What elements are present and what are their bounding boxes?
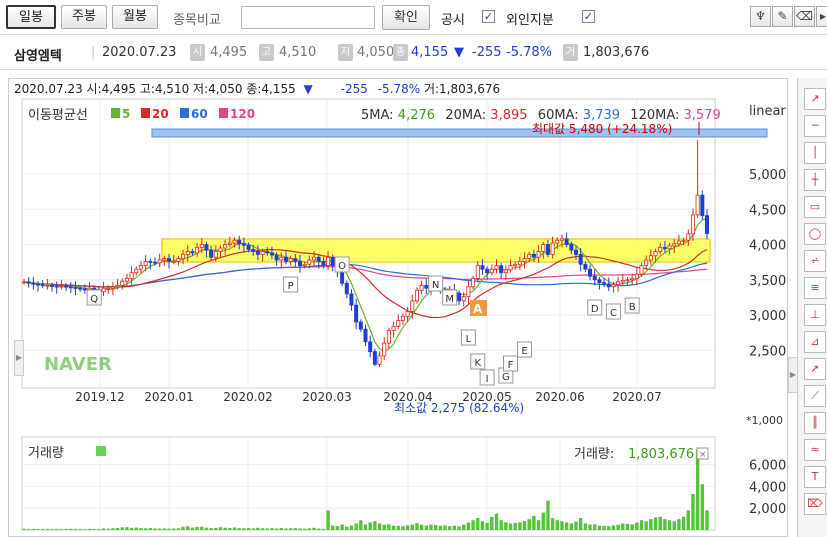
wave-tool-icon[interactable]: ≈ [804, 439, 826, 461]
scroll-left-arrow-icon[interactable]: ▶ [14, 340, 24, 376]
period-monthly-button[interactable]: 월봉 [112, 5, 158, 29]
foreign-ratio-checkbox[interactable]: ✓ [582, 10, 595, 23]
fibo-tool-icon[interactable]: ⩫ [804, 250, 826, 272]
rect-tool-icon[interactable]: ▭ [804, 196, 826, 218]
change-pct: -5.78% [506, 45, 552, 60]
disclosure-checkbox[interactable]: ✓ [482, 10, 495, 23]
open-value: 4,495 [210, 45, 248, 60]
open-badge: 시 [190, 44, 205, 61]
bar-tool-icon[interactable]: ║ [804, 412, 826, 434]
vline-tool-icon[interactable]: │ [804, 142, 826, 164]
period-weekly-button[interactable]: 주봉 [61, 5, 107, 29]
period-daily-button[interactable]: 일봉 [6, 5, 56, 29]
stock-info-bar: 삼영엠텍 | 2020.07.23 시 4,495 고 4,510 저 4,05… [0, 34, 827, 70]
volume-badge: 거 [563, 44, 578, 61]
grid-tool-icon[interactable]: ≡ [804, 277, 826, 299]
disclosure-label: 공시 [441, 13, 465, 28]
compare-input[interactable] [241, 6, 375, 29]
close-value: 4,155 [411, 45, 449, 60]
trend-tool-icon[interactable]: ⟋ [804, 385, 826, 407]
scroll-icon[interactable]: ▸ [816, 6, 827, 27]
close-badge: 종 [393, 44, 408, 61]
chart-down-arrow-icon: ▼ [303, 82, 313, 96]
eraser-icon[interactable]: ⌫ [794, 6, 815, 27]
chart-change-pct: -5.78% [377, 82, 421, 96]
text-tool-icon[interactable]: T [804, 466, 826, 488]
delete-tool-icon[interactable]: ⌦ [804, 493, 826, 515]
low-badge: 저 [338, 44, 353, 61]
confirm-button[interactable]: 확인 [382, 5, 430, 30]
foreign-ratio-label: 외인지분 [506, 13, 554, 28]
compare-label: 종목비교 [173, 13, 221, 28]
change-value: -255 [472, 45, 502, 60]
arrow-tool-icon[interactable]: ➚ [804, 358, 826, 380]
pen-icon[interactable]: ✎ [772, 6, 793, 27]
hline-tool-icon[interactable]: ─ [804, 115, 826, 137]
divider: | [91, 45, 96, 60]
low-value: 4,050 [357, 45, 395, 60]
angle-tool-icon[interactable]: ⊿ [804, 331, 826, 353]
pin-icon[interactable]: ♆ [750, 6, 771, 27]
drawing-tools-panel: ↗ ─ │ ┼ ▭ ◯ ⩫ ≡ ⊥ ⊿ ➚ ⟋ ║ ≈ T ⌦ [797, 78, 827, 537]
chart-frame [8, 78, 788, 537]
chart-volume-text: 거:1,803,676 [423, 82, 501, 96]
line-tool-icon[interactable]: ↗ [804, 88, 826, 110]
stock-name: 삼영엠텍 [14, 49, 62, 64]
circle-tool-icon[interactable]: ◯ [804, 223, 826, 245]
top-toolbar: 일봉 주봉 월봉 종목비교 확인 공시 ✓ 외인지분 ✓ ♆ ✎ ⌫ ▸ [0, 0, 827, 34]
high-badge: 고 [259, 44, 274, 61]
volume-value: 1,803,676 [583, 45, 650, 60]
chart-date-ohlc: 2020.07.23 시:4,495 고:4,510 저:4,050 종:4,1… [14, 82, 296, 96]
cross-tool-icon[interactable]: ┼ [804, 169, 826, 191]
chart-change: -255 [340, 82, 368, 96]
chart-ohlc-line: 2020.07.23 시:4,495 고:4,510 저:4,050 종:4,1… [14, 80, 500, 97]
info-date: 2020.07.23 [102, 45, 177, 60]
ruler-tool-icon[interactable]: ⊥ [804, 304, 826, 326]
down-arrow-icon: ▼ [454, 45, 464, 60]
high-value: 4,510 [279, 45, 317, 60]
